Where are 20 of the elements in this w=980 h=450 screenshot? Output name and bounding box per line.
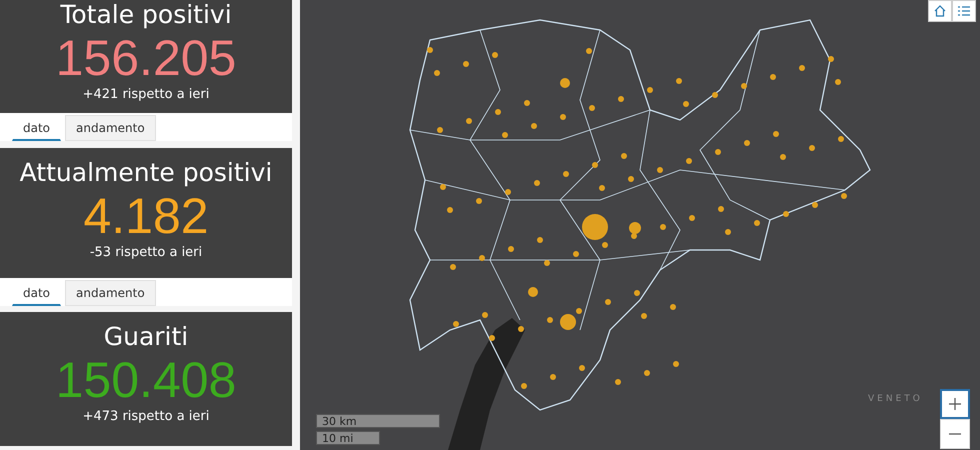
plus-icon [948,397,962,411]
home-icon [933,4,947,18]
delta-text: +421 rispetto a ieri [82,86,210,104]
list-icon [957,4,971,18]
region-label: VENETO [868,394,923,404]
card-title: Totale positivi [60,0,232,30]
delta-text: +473 rispetto a ieri [82,408,210,426]
delta-text: -53 rispetto a ieri [90,244,202,262]
scale-bar: 30 km [316,414,440,428]
stat-value: 156.205 [56,30,236,86]
stat-value: 4.182 [83,188,209,244]
zoom-in-button[interactable] [940,389,970,419]
card-title: Attualmente positivi [20,158,272,188]
tab[interactable]: andamento [65,280,156,306]
stat-value: 150.408 [56,352,236,408]
legend-button[interactable] [952,0,976,22]
card-title: Guariti [104,322,188,352]
tab[interactable]: andamento [65,115,156,141]
home-button[interactable] [928,0,952,22]
scale-bar: 10 mi [316,431,380,445]
